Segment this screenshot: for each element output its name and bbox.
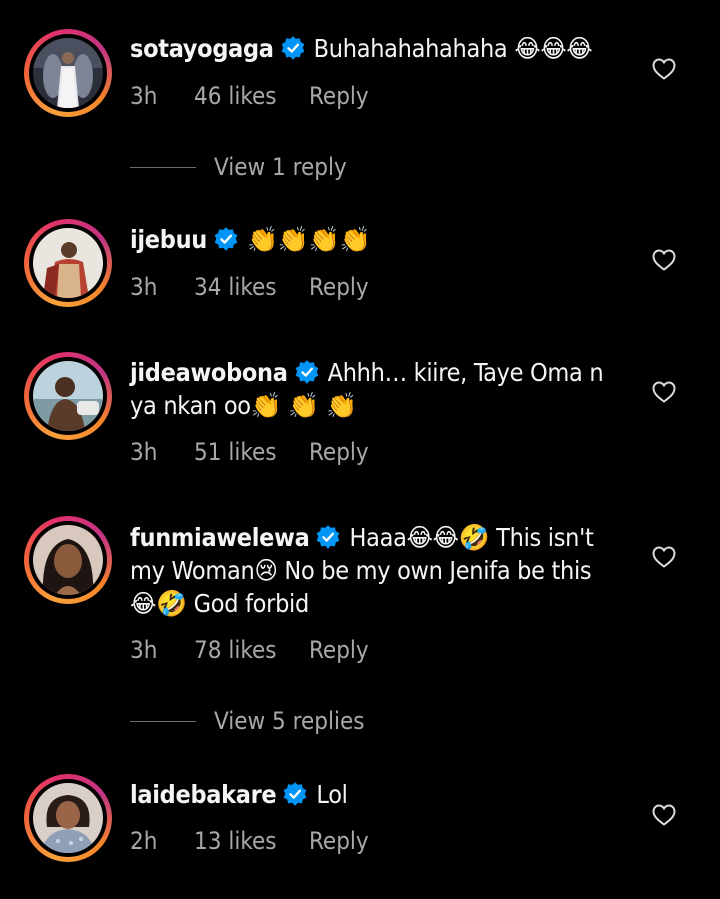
likes-count[interactable]: 46 likes bbox=[194, 82, 309, 110]
reply-button[interactable]: Reply bbox=[309, 827, 369, 855]
username[interactable]: laidebakare bbox=[130, 780, 277, 809]
username[interactable]: funmiawelewa bbox=[130, 523, 310, 552]
comment-text-line-2: my Woman😢 No be my own Jenifa be this bbox=[130, 556, 592, 585]
likes-count[interactable]: 78 likes bbox=[194, 636, 309, 664]
reply-button[interactable]: Reply bbox=[309, 82, 369, 110]
reply-button[interactable]: Reply bbox=[309, 273, 369, 301]
timestamp: 2h bbox=[130, 827, 158, 855]
comment-text-line-3: 😂🤣 God forbid bbox=[130, 589, 309, 618]
divider bbox=[130, 720, 196, 722]
avatar bbox=[33, 38, 103, 108]
comment-text-line-1: Ahhh… kiire, Taye Oma n bbox=[327, 358, 604, 387]
timestamp: 3h bbox=[130, 82, 158, 110]
comment-meta: 3h 34 likes Reply bbox=[130, 273, 369, 301]
heart-outline-icon[interactable] bbox=[652, 249, 676, 271]
timestamp: 3h bbox=[130, 636, 158, 664]
avatar-story-ring[interactable] bbox=[24, 774, 112, 862]
avatar bbox=[33, 228, 103, 298]
avatar-story-ring[interactable] bbox=[24, 516, 112, 604]
verified-badge-icon bbox=[281, 36, 305, 60]
comment-text: Buhahahahahaha 😂😂😂 bbox=[313, 34, 593, 63]
heart-outline-icon[interactable] bbox=[652, 58, 676, 80]
avatar-story-ring[interactable] bbox=[24, 352, 112, 440]
heart-outline-icon[interactable] bbox=[652, 381, 676, 403]
comment-text-line-1: Haaa😂😂🤣 This isn't bbox=[349, 523, 594, 552]
comment-text: Lol bbox=[316, 780, 348, 809]
avatar bbox=[33, 783, 103, 853]
comment-meta: 2h 13 likes Reply bbox=[130, 827, 369, 855]
verified-badge-icon bbox=[284, 782, 307, 806]
view-replies-label[interactable]: View 1 reply bbox=[214, 153, 347, 181]
view-replies-label[interactable]: View 5 replies bbox=[214, 707, 365, 735]
reply-button[interactable]: Reply bbox=[309, 438, 369, 466]
view-replies-button[interactable]: View 1 reply bbox=[130, 152, 347, 182]
verified-badge-icon bbox=[214, 227, 238, 251]
avatar-story-ring[interactable] bbox=[24, 219, 112, 307]
avatar bbox=[33, 361, 103, 431]
verified-badge-icon bbox=[317, 525, 340, 549]
reply-button[interactable]: Reply bbox=[309, 636, 369, 664]
verified-badge-icon bbox=[295, 360, 318, 384]
comment-text-line-2: ya nkan oo👏 👏 👏 bbox=[130, 391, 357, 420]
likes-count[interactable]: 34 likes bbox=[194, 273, 309, 301]
view-replies-button[interactable]: View 5 replies bbox=[130, 706, 365, 736]
avatar bbox=[33, 525, 103, 595]
comment-meta: 3h 51 likes Reply bbox=[130, 438, 369, 466]
username[interactable]: ijebuu bbox=[130, 225, 207, 254]
username[interactable]: sotayogaga bbox=[130, 34, 274, 63]
heart-outline-icon[interactable] bbox=[652, 804, 676, 826]
likes-count[interactable]: 13 likes bbox=[194, 827, 309, 855]
comment-meta: 3h 78 likes Reply bbox=[130, 636, 369, 664]
avatar-story-ring[interactable] bbox=[24, 29, 112, 117]
timestamp: 3h bbox=[130, 273, 158, 301]
comment-text: 👏👏👏👏 bbox=[247, 225, 371, 254]
timestamp: 3h bbox=[130, 438, 158, 466]
divider bbox=[130, 166, 196, 168]
likes-count[interactable]: 51 likes bbox=[194, 438, 309, 466]
heart-outline-icon[interactable] bbox=[652, 546, 676, 568]
username[interactable]: jideawobona bbox=[130, 358, 288, 387]
comment-meta: 3h 46 likes Reply bbox=[130, 82, 369, 110]
